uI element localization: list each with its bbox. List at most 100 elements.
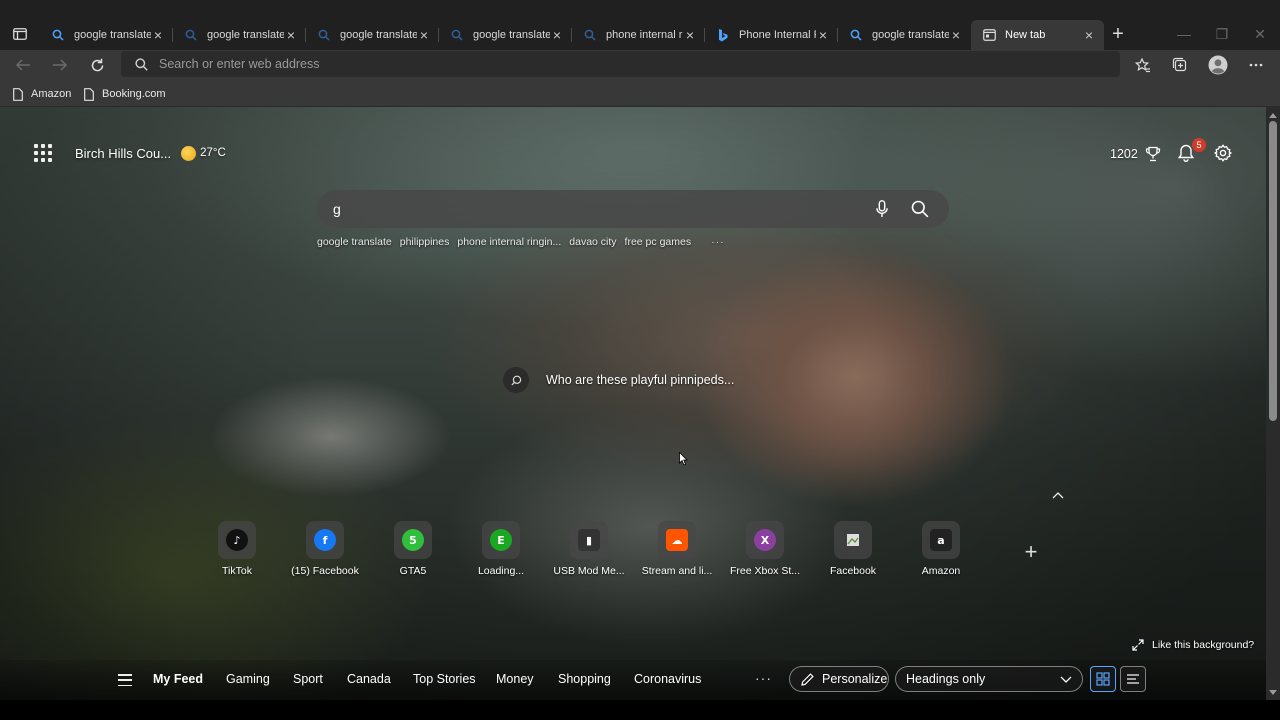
- microphone-icon[interactable]: [869, 196, 895, 222]
- rewards-button[interactable]: 1202: [1110, 144, 1162, 164]
- tab-title: phone internal ri: [606, 29, 683, 41]
- close-tab-icon[interactable]: ×: [417, 28, 431, 42]
- tab-google-translate-4[interactable]: google translate ×: [439, 20, 572, 50]
- search-icon: [50, 27, 66, 43]
- tab-phone-internal-search[interactable]: phone internal ri ×: [572, 20, 705, 50]
- address-bar[interactable]: [121, 51, 1120, 77]
- quick-link-loading[interactable]: E Loading...: [457, 521, 545, 577]
- tab-new-tab[interactable]: New tab ×: [971, 20, 1104, 50]
- page-scrollbar[interactable]: [1266, 107, 1280, 700]
- quick-link-free-xbox[interactable]: X Free Xbox St...: [721, 521, 809, 577]
- grid-view-button[interactable]: [1090, 666, 1116, 692]
- content-layout-dropdown[interactable]: Headings only: [895, 666, 1083, 692]
- quick-link-amazon[interactable]: a Amazon: [897, 521, 985, 577]
- rewards-trophy-icon: [1144, 145, 1162, 163]
- tab-phone-internal-bing[interactable]: Phone Internal Ri ×: [705, 20, 838, 50]
- favorites-button[interactable]: [1130, 53, 1156, 77]
- tab-google-translate-1[interactable]: google translate ×: [40, 20, 173, 50]
- favorite-booking[interactable]: Booking.com: [82, 84, 166, 104]
- minimize-button[interactable]: —: [1169, 24, 1199, 44]
- scroll-down-icon[interactable]: [1266, 686, 1280, 698]
- app-launcher-button[interactable]: [32, 142, 54, 164]
- feed-tab-top-stories[interactable]: Top Stories: [413, 672, 476, 686]
- gta5-icon: 5: [402, 529, 424, 551]
- collapse-button[interactable]: [1050, 487, 1066, 503]
- collections-button[interactable]: [1167, 53, 1193, 77]
- personalize-button[interactable]: Personalize: [789, 666, 889, 692]
- suggestion-chip[interactable]: google translate: [317, 236, 392, 248]
- back-button[interactable]: [10, 53, 36, 77]
- letterbox-bar: [0, 700, 1280, 720]
- pencil-icon: [800, 672, 814, 686]
- quick-link-gta5[interactable]: 5 GTA5: [369, 521, 457, 577]
- search-icon[interactable]: [907, 196, 933, 222]
- favorite-amazon[interactable]: Amazon: [11, 84, 71, 104]
- grid-icon: [1096, 672, 1110, 686]
- quick-link-facebook-15[interactable]: f (15) Facebook: [281, 521, 369, 577]
- favorite-label: Booking.com: [102, 88, 166, 100]
- e-icon: E: [490, 529, 512, 551]
- feed-tab-canada[interactable]: Canada: [347, 672, 391, 686]
- tab-title: google translate: [74, 29, 151, 41]
- trending-searches: google translate philippines phone inter…: [317, 234, 725, 250]
- tab-actions-button[interactable]: [6, 22, 34, 46]
- suggestion-chip[interactable]: philippines: [400, 236, 450, 248]
- suggestion-chip[interactable]: phone internal ringin...: [457, 236, 561, 248]
- suggestion-chip[interactable]: davao city: [569, 236, 616, 248]
- page-settings-button[interactable]: [1212, 142, 1234, 164]
- quick-link-label: Free Xbox St...: [729, 565, 801, 577]
- amazon-icon: a: [930, 529, 952, 551]
- quick-link-usb-mod[interactable]: ▮ USB Mod Me...: [545, 521, 633, 577]
- search-icon: [582, 27, 598, 43]
- image-info-link[interactable]: Who are these playful pinnipeds...: [503, 367, 734, 393]
- profile-button[interactable]: [1205, 53, 1231, 77]
- tab-google-translate-5[interactable]: google translate ×: [838, 20, 971, 50]
- close-tab-icon[interactable]: ×: [151, 28, 165, 42]
- close-icon: ✕: [1254, 25, 1266, 42]
- feed-more-button[interactable]: ···: [755, 670, 772, 686]
- chevron-down-icon: [1060, 676, 1072, 683]
- more-suggestions-button[interactable]: ···: [711, 236, 725, 248]
- like-background-button[interactable]: Like this background?: [1132, 637, 1254, 653]
- notifications-button[interactable]: 5: [1176, 138, 1206, 164]
- restore-button[interactable]: ❐: [1207, 24, 1237, 44]
- add-quick-link-button[interactable]: +: [1022, 539, 1040, 564]
- web-search-input[interactable]: [333, 201, 869, 217]
- address-input[interactable]: [159, 57, 1120, 71]
- feed-tab-coronavirus[interactable]: Coronavirus: [634, 672, 701, 686]
- tab-google-translate-2[interactable]: google translate ×: [173, 20, 306, 50]
- minimize-icon: —: [1177, 26, 1191, 42]
- feed-tab-gaming[interactable]: Gaming: [226, 672, 270, 686]
- settings-and-more-button[interactable]: [1243, 53, 1269, 77]
- tab-google-translate-3[interactable]: google translate ×: [306, 20, 439, 50]
- feed-tab-shopping[interactable]: Shopping: [558, 672, 611, 686]
- quick-link-tiktok[interactable]: ♪ TikTok: [193, 521, 281, 577]
- scrollbar-thumb[interactable]: [1269, 121, 1277, 421]
- quick-link-soundcloud[interactable]: ☁ Stream and li...: [633, 521, 721, 577]
- search-icon: [183, 27, 199, 43]
- scroll-up-icon[interactable]: [1266, 109, 1280, 121]
- forward-button[interactable]: [47, 53, 73, 77]
- quick-link-facebook[interactable]: Facebook: [809, 521, 897, 577]
- feed-tab-my-feed[interactable]: My Feed: [153, 672, 203, 686]
- refresh-icon: [91, 58, 103, 71]
- web-search-box[interactable]: [317, 190, 949, 228]
- feed-menu-button[interactable]: [116, 672, 134, 688]
- close-tab-icon[interactable]: ×: [284, 28, 298, 42]
- tab-title: google translate: [473, 29, 550, 41]
- close-tab-icon[interactable]: ×: [550, 28, 564, 42]
- suggestion-chip[interactable]: free pc games: [625, 236, 692, 248]
- list-view-button[interactable]: [1120, 666, 1146, 692]
- forward-arrow-icon: [53, 59, 68, 71]
- close-tab-icon[interactable]: ×: [683, 28, 697, 42]
- close-tab-icon[interactable]: ×: [816, 28, 830, 42]
- close-tab-icon[interactable]: ×: [1082, 28, 1096, 42]
- feed-tab-sport[interactable]: Sport: [293, 672, 323, 686]
- refresh-button[interactable]: [84, 53, 110, 77]
- weather-widget[interactable]: Birch Hills Cou... 27 °C: [75, 144, 226, 162]
- new-tab-button[interactable]: +: [1106, 22, 1130, 46]
- feed-tab-money[interactable]: Money: [496, 672, 534, 686]
- search-icon: [135, 57, 148, 71]
- close-window-button[interactable]: ✕: [1245, 24, 1275, 44]
- close-tab-icon[interactable]: ×: [949, 28, 963, 42]
